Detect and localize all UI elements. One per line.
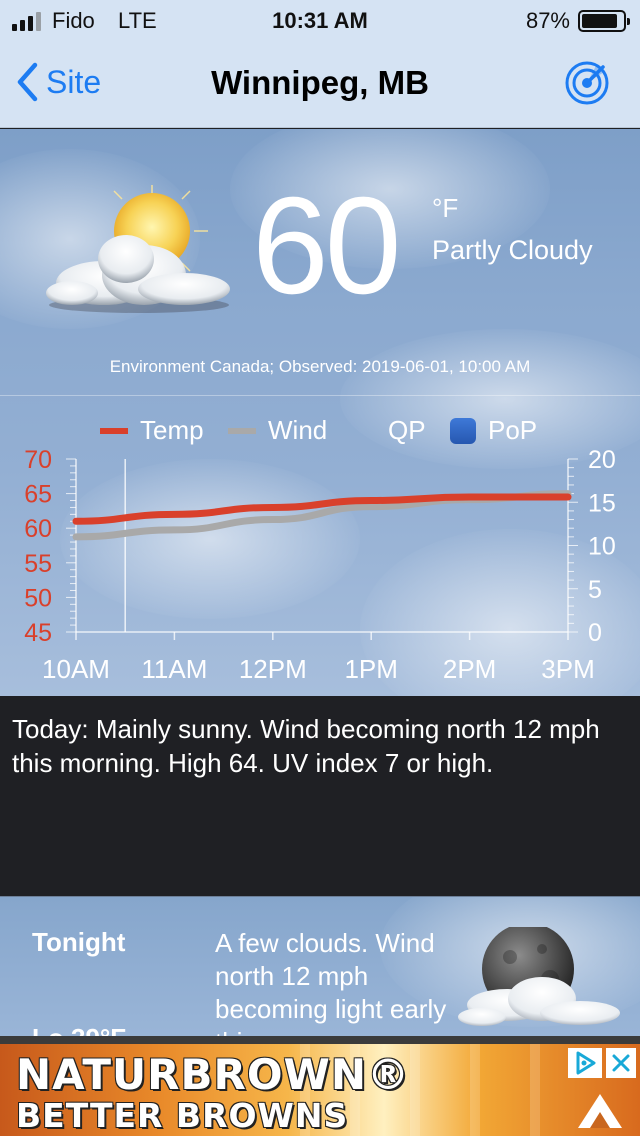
temp-swatch <box>100 427 128 434</box>
y-right-tick-label: 15 <box>588 489 616 517</box>
y-left-tick-label: 65 <box>24 481 52 509</box>
tonight-forecast[interactable]: Tonight Lo 39°F A few clouds. Wind north… <box>0 896 640 1046</box>
battery-percent: 87% <box>525 8 570 33</box>
x-tick-label: 2PM <box>443 654 496 684</box>
partly-cloudy-icon <box>46 185 230 313</box>
ad-headline: NATURBROWN® <box>16 1050 411 1099</box>
hourly-chart: 7065605550452015105010AM 11AM 12PM 1PM 2PM 3P… <box>24 449 616 684</box>
legend-qp-label: QP <box>388 415 426 445</box>
adchoices-icon <box>576 1051 596 1075</box>
y-right-tick-label: 5 <box>588 576 602 604</box>
legend-pop-label: PoP <box>488 415 538 445</box>
y-left-tick-label: 55 <box>24 550 52 578</box>
x-tick-label: 10AM <box>42 654 110 684</box>
y-right-tick-label: 0 <box>588 619 602 647</box>
radar-icon <box>565 61 609 105</box>
wind-swatch <box>228 427 256 434</box>
legend-wind-label: Wind <box>268 415 328 445</box>
pop-swatch <box>450 417 476 444</box>
legend-wind[interactable]: Wind <box>228 415 327 446</box>
ad-tagline: BETTER BROWNS <box>16 1096 349 1135</box>
y-right-tick-label: 10 <box>588 533 616 561</box>
today-forecast: Today: Mainly sunny. Wind becoming north… <box>0 696 640 896</box>
current-condition: Partly Cloudy <box>432 235 593 265</box>
y-left-tick-label: 45 <box>24 619 52 647</box>
top-bar: Fido LTE 10:31 AM 87% Site Winnipeg, MB <box>0 0 640 128</box>
ad-banner[interactable]: NATURBROWN® BETTER BROWNS <box>0 1036 640 1136</box>
ad-close-button[interactable] <box>606 1048 636 1078</box>
x-tick-label: 1PM <box>344 654 397 684</box>
legend-qp[interactable]: QP <box>388 415 426 446</box>
battery-icon <box>578 10 630 32</box>
x-tick-label: 11AM <box>141 654 207 684</box>
chart-legend: Temp Wind QP PoP <box>0 415 640 451</box>
current-temperature: 60 <box>252 169 401 323</box>
tonight-forecast-text: A few clouds. Wind north 12 mph becoming… <box>215 928 447 1046</box>
panel-divider <box>0 395 640 396</box>
y-right-tick-label: 20 <box>588 449 616 474</box>
adchoices-button[interactable] <box>568 1048 602 1078</box>
page-title: Winnipeg, MB <box>211 64 429 101</box>
x-tick-label: 12PM <box>239 654 307 684</box>
legend-temp-label: Temp <box>140 415 204 445</box>
legend-pop[interactable]: PoP <box>450 415 537 446</box>
close-icon <box>612 1054 630 1072</box>
legend-temp[interactable]: Temp <box>100 415 204 446</box>
x-tick-label: 3PM <box>541 654 594 684</box>
radar-button[interactable] <box>564 60 610 111</box>
play-logo-icon <box>578 1094 622 1128</box>
moon-cloud-icon <box>458 927 620 1026</box>
current-conditions-panel: 60 °F Partly Cloudy Environment Canada; … <box>0 129 640 696</box>
status-bar: Fido LTE 10:31 AM 87% <box>0 0 640 40</box>
observation-source: Environment Canada; Observed: 2019-06-01… <box>109 357 531 376</box>
tonight-label: Tonight <box>32 927 126 957</box>
today-forecast-text: Today: Mainly sunny. Wind becoming north… <box>12 714 600 778</box>
y-left-tick-label: 50 <box>24 584 52 612</box>
temperature-unit: °F <box>432 193 459 223</box>
y-left-tick-label: 70 <box>24 449 52 474</box>
y-left-tick-label: 60 <box>24 515 52 543</box>
